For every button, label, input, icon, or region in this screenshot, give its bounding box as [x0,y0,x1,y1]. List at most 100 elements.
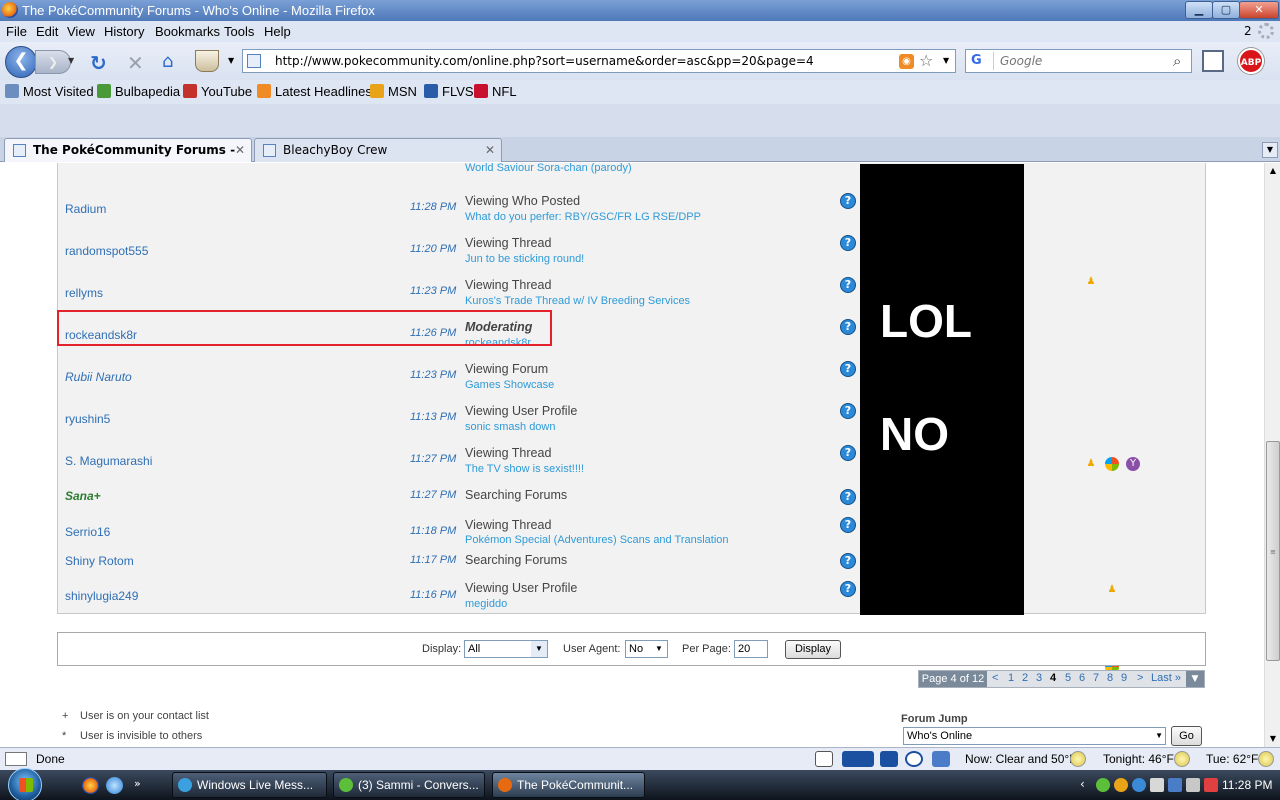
task-firefox-pokecommunity[interactable]: The PokéCommunit... [492,772,645,798]
edit-icon[interactable] [815,751,833,767]
scroll-thumb[interactable]: ≡ [1266,441,1280,661]
table-row: shinylugia249 11:16 PM Viewing User Prof… [58,559,858,610]
page-link-3[interactable]: 3 [1036,672,1042,684]
start-button[interactable] [8,768,42,800]
bookmark-star-icon[interactable]: ☆ [919,51,933,70]
weather-now[interactable]: Now: Clear and 50°F [965,752,1077,766]
weather-tonight[interactable]: Tonight: 46°F [1103,752,1174,766]
user-agent-label: User Agent: [563,643,621,655]
question-mark-icon[interactable]: ? [840,403,856,419]
home-icon[interactable]: ⌂ [162,51,173,72]
quicklaunch-more-icon[interactable]: » [134,777,141,794]
page-link-5[interactable]: 5 [1065,672,1071,684]
close-tab-icon[interactable]: ✕ [235,139,245,161]
scroll-up-icon[interactable]: ▲ [1265,163,1280,179]
us-map-icon[interactable] [842,751,874,767]
back-button[interactable]: ❮ [5,46,37,78]
weather-tue[interactable]: Tue: 62°F [1206,752,1258,766]
display-button[interactable]: Display [785,640,841,659]
url-bar[interactable]: ◉ ☆ ▼ [242,49,956,73]
close-window-button[interactable]: ✕ [1239,1,1279,19]
history-dropdown-icon[interactable]: ▼ [68,56,74,65]
username-link[interactable]: shinylugia249 [65,589,138,603]
taskbar-clock[interactable]: 11:28 PM [1222,778,1272,792]
tray-expand-icon[interactable]: ‹ [1080,777,1085,791]
page-next-link[interactable]: > [1137,672,1143,684]
page-link-1[interactable]: 1 [1008,672,1014,684]
per-page-input[interactable]: 20 [734,640,768,658]
search-icon[interactable]: ⌕ [1173,52,1181,70]
activity-link[interactable]: megiddo [465,598,507,610]
url-dropdown-icon[interactable]: ▼ [943,56,949,65]
search-input[interactable] [1000,52,1170,70]
menu-bookmarks[interactable]: Bookmarks [155,24,220,39]
monitor-tray-icon[interactable] [1168,778,1182,792]
tab-pokecommunity[interactable]: The PokéCommunity Forums - W... ✕ [4,138,252,179]
question-mark-icon[interactable]: ? [840,581,856,597]
vertical-scrollbar[interactable]: ▲ ≡ ▼ [1264,163,1280,747]
page-last-link[interactable]: Last » [1151,672,1181,684]
coffee-cup-icon[interactable] [195,50,219,72]
question-mark-icon[interactable]: ? [840,361,856,377]
search-box[interactable]: G ⌕ [965,49,1192,73]
question-mark-icon[interactable]: ? [840,193,856,209]
chevron-down-icon[interactable]: ▼ [1186,671,1204,687]
security-tray-icon[interactable] [1204,778,1218,792]
page-info[interactable]: Page 4 of 12 [919,671,987,687]
page-link-6[interactable]: 6 [1079,672,1085,684]
question-mark-icon[interactable]: ? [840,235,856,251]
menu-view[interactable]: View [67,24,95,39]
search-engine-icon[interactable]: G [968,52,994,70]
clock-icon[interactable] [905,751,923,767]
video-icon[interactable] [880,751,898,767]
msn-tray-icon[interactable] [1114,778,1128,792]
messenger-tray-icon[interactable] [1096,778,1110,792]
page-link-2[interactable]: 2 [1022,672,1028,684]
menu-history[interactable]: History [104,24,144,39]
tab-list-dropdown[interactable]: ▼ [1262,142,1278,158]
menu-edit[interactable]: Edit [36,24,58,39]
bookmark-msn[interactable]: MSN [370,84,417,99]
close-tab-icon[interactable]: ✕ [485,139,495,161]
url-input[interactable] [275,52,895,70]
adblock-plus-icon[interactable]: ABP [1238,48,1264,74]
minimize-button[interactable]: ▁ [1185,1,1213,19]
page-prev-link[interactable]: < [992,672,998,684]
task-sammi-conversation[interactable]: (3) Sammi - Convers... [333,772,485,798]
forward-button[interactable]: ❯ [35,50,71,74]
volume-tray-icon[interactable] [1186,778,1200,792]
menu-help[interactable]: Help [264,24,291,39]
reload-icon[interactable]: ↻ [90,51,107,75]
tab-overview-icon[interactable] [1202,50,1224,72]
bookmark-most-visited[interactable]: Most Visited [5,84,94,99]
menu-file[interactable]: File [6,24,27,39]
rss-feed-icon[interactable]: ◉ [899,54,914,69]
bookmark-flvs[interactable]: FLVS [424,84,474,99]
menu-tools[interactable]: Tools [224,24,254,39]
page-link-7[interactable]: 7 [1093,672,1099,684]
question-mark-icon[interactable]: ? [840,277,856,293]
forum-jump-select[interactable]: Who's Online ▼ [903,727,1166,745]
bookmark-youtube[interactable]: YouTube [183,84,252,99]
cup-dropdown-icon[interactable]: ▼ [228,56,234,65]
firefox-quicklaunch-icon[interactable] [82,777,99,794]
graph-icon[interactable] [932,751,950,767]
forum-jump-go-button[interactable]: Go [1171,726,1202,746]
ie-quicklaunch-icon[interactable] [106,777,123,794]
question-mark-icon[interactable]: ? [840,319,856,335]
maximize-button[interactable]: ▢ [1212,1,1240,19]
stop-icon[interactable]: ✕ [127,51,144,75]
display-select[interactable]: All ▼ [464,640,548,658]
page-link-8[interactable]: 8 [1107,672,1113,684]
bookmark-bulbapedia[interactable]: Bulbapedia [97,84,180,99]
bookmark-nfl[interactable]: NFL [474,84,517,99]
question-mark-icon[interactable]: ? [840,445,856,461]
scroll-down-icon[interactable]: ▼ [1265,731,1280,747]
user-agent-select[interactable]: No ▼ [625,640,668,658]
tab-bleachyboy[interactable]: BleachyBoy Crew ✕ [254,138,502,162]
page-link-9[interactable]: 9 [1121,672,1127,684]
network-tray-icon[interactable] [1132,778,1146,792]
task-windows-live-messenger[interactable]: Windows Live Mess... [172,772,327,798]
safely-remove-tray-icon[interactable] [1150,778,1164,792]
bookmark-latest-headlines[interactable]: Latest Headlines [257,84,372,99]
